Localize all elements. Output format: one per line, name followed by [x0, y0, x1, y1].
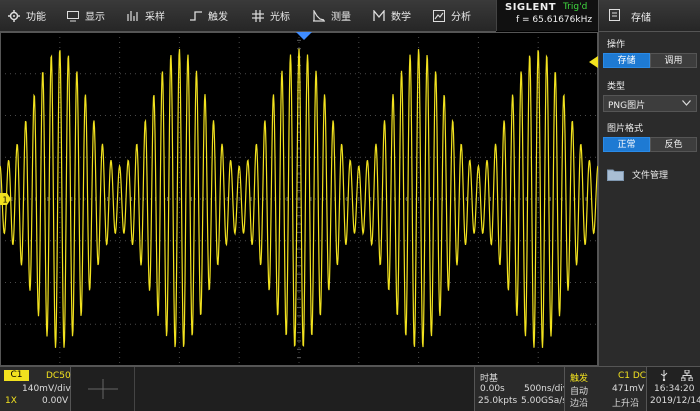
channel1-coupling: DC50: [46, 371, 71, 381]
chevron-down-icon: [682, 100, 691, 106]
trigger-info[interactable]: 触发 C1 DC 自动 471mV 边沿 上升沿: [564, 367, 647, 411]
menu-trigger[interactable]: 触发: [190, 0, 228, 31]
format-toggle: 正常 反色: [603, 137, 697, 152]
panel-title: 存储: [631, 13, 651, 24]
usb-icon: [660, 370, 668, 381]
acquire-icon: [127, 10, 138, 21]
operation-toggle: 存储 调用: [603, 53, 697, 68]
type-select[interactable]: PNG图片: [603, 95, 697, 112]
menu-analysis-label: 分析: [451, 12, 471, 23]
trigger-icon: [190, 10, 202, 21]
channel1-offset-marker[interactable]: 1: [0, 193, 12, 205]
waveform-display[interactable]: [0, 32, 598, 366]
file-manager-label: 文件管理: [632, 171, 669, 181]
timebase-sample-rate: 5.00GSa/s: [521, 396, 567, 406]
save-icon: [609, 9, 620, 21]
format-label: 图片格式: [607, 124, 644, 134]
trigger-position-marker[interactable]: [296, 32, 312, 41]
clock-area: 16:34:20 2019/12/14: [646, 367, 700, 411]
menu-cursors[interactable]: 光标: [252, 0, 290, 31]
trigger-level: 471mV: [612, 384, 645, 394]
menu-acquire[interactable]: 采样: [127, 0, 165, 31]
menu-cursors-label: 光标: [270, 12, 290, 23]
operation-label: 操作: [607, 40, 626, 50]
channel1-badge: C1: [4, 370, 29, 381]
panel-header: 存储: [599, 0, 700, 32]
type-select-value: PNG图片: [608, 101, 646, 111]
trigger-status: Trig'd: [563, 2, 588, 12]
menu-measure[interactable]: 测量: [313, 0, 351, 31]
plus-icon: [88, 379, 118, 399]
clock-date: 2019/12/14: [650, 396, 700, 406]
empty-channel-slot[interactable]: [70, 367, 135, 411]
trigger-type: 边沿: [570, 399, 589, 409]
folder-icon: [607, 169, 624, 181]
channel1-offset: 0.00V: [42, 396, 69, 406]
trigger-label: 触发: [570, 374, 589, 384]
menu-display[interactable]: 显示: [67, 0, 105, 31]
measure-icon: [313, 9, 325, 22]
trigger-source: C1 DC: [618, 371, 647, 381]
monitor-icon: [67, 10, 79, 21]
file-manager-button[interactable]: 文件管理: [607, 168, 668, 181]
timebase-delay: 0.00s: [480, 384, 505, 394]
cursor-icon: [252, 9, 264, 22]
trigger-slope: 上升沿: [612, 399, 640, 409]
timebase-info[interactable]: 时基 0.00s 500ns/div 25.0kpts 5.00GSa/s: [474, 367, 569, 411]
type-label: 类型: [607, 82, 626, 92]
menu-trigger-label: 触发: [208, 12, 228, 23]
channel1-info[interactable]: C1 DC50 140mV/div 1X 0.00V: [0, 367, 71, 411]
brand-logo: SIGLENT: [505, 2, 557, 13]
save-option-button[interactable]: 存储: [603, 53, 650, 68]
math-icon: [373, 9, 385, 21]
channel1-probe: 1X: [5, 396, 17, 406]
network-icon: [681, 370, 693, 381]
menu-display-label: 显示: [85, 12, 105, 23]
top-menu-bar: 功能 显示 采样 触发 光标 测量 数学 分析: [0, 0, 496, 32]
recall-option-button[interactable]: 调用: [650, 53, 697, 68]
menu-utility[interactable]: 功能: [8, 0, 46, 31]
timebase-label: 时基: [480, 374, 499, 384]
clock-time: 16:34:20: [654, 384, 695, 394]
timebase-scale: 500ns/div: [524, 384, 569, 394]
frequency-readout: f = 65.61676kHz: [516, 15, 593, 25]
save-panel: 存储 操作 存储 调用 类型 PNG图片 图片格式 正常 反色 文件管理: [598, 0, 700, 410]
timebase-points: 25.0kpts: [478, 396, 518, 406]
analysis-icon: [433, 9, 445, 22]
gear-icon: [8, 9, 20, 22]
invert-option-button[interactable]: 反色: [650, 137, 697, 152]
menu-utility-label: 功能: [26, 12, 46, 23]
menu-measure-label: 测量: [331, 12, 351, 23]
menu-analysis[interactable]: 分析: [433, 0, 471, 31]
menu-math[interactable]: 数学: [373, 0, 411, 31]
menu-acquire-label: 采样: [145, 12, 165, 23]
normal-option-button[interactable]: 正常: [603, 137, 650, 152]
trigger-level-marker[interactable]: [589, 56, 598, 68]
channel1-scale: 140mV/div: [22, 384, 71, 394]
channel1-marker-label: 1: [3, 196, 8, 205]
bottom-status-bar: C1 DC50 140mV/div 1X 0.00V 时基 0.00s 500n…: [0, 366, 700, 411]
menu-math-label: 数学: [391, 12, 411, 23]
brand-status-area: SIGLENT Trig'd f = 65.61676kHz: [496, 0, 599, 31]
